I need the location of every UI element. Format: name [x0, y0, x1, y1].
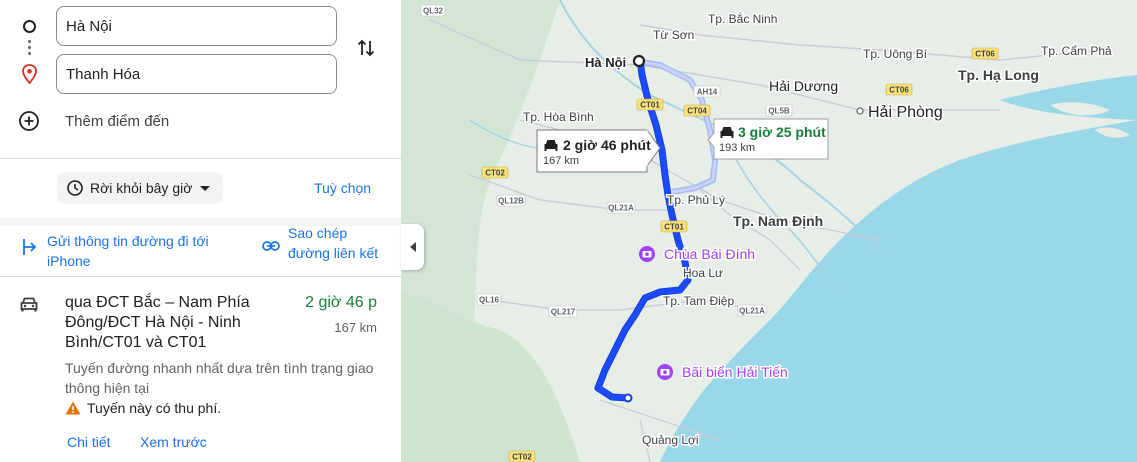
collapse-arrow-icon: [409, 242, 416, 252]
send-to-phone-icon: [23, 239, 37, 255]
place-hoa-lu[interactable]: Hoa Lư: [682, 265, 725, 282]
swap-arrows-icon: [357, 39, 375, 57]
poi-label: Bãi biển Hải Tiến: [682, 364, 788, 380]
place-hai-phong[interactable]: Hải Phòng: [867, 103, 945, 123]
place-hoa-binh[interactable]: Tp. Hòa Bình: [522, 109, 596, 126]
road-label: CT01: [640, 101, 660, 110]
share-row: Gửi thông tin đường đi tới iPhone Sao ch…: [0, 226, 401, 276]
depart-time-dropdown[interactable]: Rời khỏi bây giờ: [57, 172, 223, 204]
car-icon: [20, 297, 38, 312]
camera-lens: [645, 252, 649, 256]
road-label: QL16: [479, 296, 500, 305]
callout-distance: 167 km: [543, 155, 579, 167]
preview-button[interactable]: Xem trước: [140, 434, 207, 450]
route-option-card[interactable]: qua ĐCT Bắc – Nam Phía Đông/ĐCT Hà Nội -…: [0, 277, 401, 462]
collapse-panel-button[interactable]: [401, 224, 424, 270]
link-icon: [262, 241, 280, 251]
destination-input[interactable]: Thanh Hóa: [56, 54, 337, 94]
copy-link-button[interactable]: Sao chép đường liên kết: [288, 226, 388, 263]
route-duration: 2 giờ 46 p: [305, 294, 377, 311]
place-nam-dinh[interactable]: Tp. Nam Định: [732, 212, 825, 231]
add-destination-label: Thêm điểm đến: [65, 113, 170, 130]
road-shield-ah14: AH14: [693, 85, 721, 98]
road-label: QL32: [423, 7, 444, 16]
directions-page: Hà Nội Thanh Hóa Thêm điểm đến Rời khỏi …: [0, 0, 1137, 462]
road-shield-ct02: CT02: [508, 450, 536, 462]
send-to-phone-link[interactable]: Gửi thông tin đường đi tới iPhone: [47, 231, 247, 271]
warning-icon: [65, 401, 81, 415]
destination-pin-icon: [22, 64, 37, 84]
origin-input[interactable]: Hà Nội: [56, 6, 337, 46]
swap-button[interactable]: [354, 36, 378, 60]
details-button[interactable]: Chi tiết: [67, 434, 111, 450]
place-tam-diep[interactable]: Tp. Tam Điệp: [662, 293, 736, 310]
chevron-down-icon: [200, 185, 211, 191]
road-shield-ql16: QL16: [476, 293, 502, 306]
road-label: CT06: [889, 86, 909, 95]
road-label: CT04: [687, 107, 707, 116]
map-svg[interactable]: QL32 QL12B QL21A QL21A QL16 QL217 QL5B C…: [401, 0, 1137, 462]
city-dot-icon: [856, 107, 864, 115]
road-shield-ql32: QL32: [420, 4, 446, 17]
road-shield-ct06: CT06: [971, 47, 999, 60]
section-separator: [0, 218, 401, 226]
place-uong-bi[interactable]: Tp. Uông Bí: [862, 46, 930, 63]
road-shield-ct02: CT02: [481, 166, 509, 179]
place-ha-long[interactable]: Tp. Hạ Long: [957, 66, 1041, 85]
road-label: QL21A: [739, 307, 765, 316]
poi-label: Chùa Bái Đính: [664, 246, 755, 262]
road-shield-ql21a: QL21A: [737, 304, 767, 317]
place-bac-ninh[interactable]: Tp. Bắc Ninh: [707, 10, 779, 28]
camera-lens: [663, 370, 667, 375]
directions-panel: Hà Nội Thanh Hóa Thêm điểm đến Rời khỏi …: [0, 0, 401, 462]
callout-duration: 3 giờ 25 phút: [738, 124, 826, 140]
clock-icon: [67, 180, 83, 196]
origin-circle-icon: [23, 20, 36, 33]
route-via-text: qua ĐCT Bắc – Nam Phía Đông/ĐCT Hà Nội -…: [65, 294, 250, 351]
place-ha-noi[interactable]: Hà Nội: [584, 54, 628, 72]
road-shield-ql5b: QL5B: [765, 104, 793, 117]
route-end-marker[interactable]: [623, 393, 633, 403]
road-label: QL5B: [768, 107, 790, 116]
route-distance: 167 km: [334, 320, 377, 335]
road-label: QL217: [551, 308, 576, 317]
road-label: AH14: [697, 88, 718, 97]
add-circle-icon: [19, 111, 39, 131]
add-destination-button[interactable]: Thêm điểm đến: [18, 110, 169, 132]
route-callout-alternative[interactable]: 3 giờ 25 phút 193 km: [707, 118, 829, 160]
place-cam-pha[interactable]: Tp. Cẩm Phả: [1040, 43, 1114, 60]
road-label: CT02: [485, 169, 505, 178]
more-dots-icon: [28, 40, 31, 58]
road-label: CT01: [664, 223, 684, 232]
place-tu-son[interactable]: Từ Sơn: [652, 27, 696, 44]
road-shield-ql12b: QL12B: [496, 194, 526, 207]
road-shield-ct01: CT01: [636, 98, 664, 111]
depart-time-label: Rời khỏi bây giờ: [90, 180, 193, 196]
toll-warning: Tuyến này có thu phí.: [65, 400, 221, 416]
callout-distance: 193 km: [719, 142, 755, 154]
road-shield-ct01: CT01: [660, 220, 688, 233]
route-description: Tuyến đường nhanh nhất dựa trên tình trạ…: [65, 360, 374, 396]
road-label: CT02: [512, 453, 532, 462]
place-quang-loi[interactable]: Quảng Lợi: [641, 432, 701, 449]
road-label: CT06: [975, 50, 995, 59]
place-hai-duong[interactable]: Hải Dương: [768, 77, 840, 96]
callout-duration: 2 giờ 46 phút: [563, 137, 651, 153]
departure-row: Rời khỏi bây giờ Tuỳ chọn: [0, 158, 401, 218]
route-callout-primary[interactable]: 2 giờ 46 phút 167 km: [536, 129, 661, 173]
origin-marker-icon[interactable]: [632, 54, 646, 68]
route-inputs: Hà Nội Thanh Hóa Thêm điểm đến: [0, 0, 401, 158]
toll-warning-text: Tuyến này có thu phí.: [87, 400, 222, 416]
options-button[interactable]: Tuỳ chọn: [314, 180, 371, 196]
road-shield-ql217: QL217: [548, 305, 578, 318]
road-shield-ql21a: QL21A: [606, 201, 636, 214]
road-shield-ct04: CT04: [683, 104, 711, 117]
place-phu-ly[interactable]: Tp. Phủ Lý: [666, 192, 727, 209]
map-canvas[interactable]: QL32 QL12B QL21A QL21A QL16 QL217 QL5B C…: [401, 0, 1137, 462]
road-label: QL21A: [608, 204, 634, 213]
road-shield-ct06: CT06: [885, 83, 913, 96]
road-label: QL12B: [498, 197, 524, 206]
